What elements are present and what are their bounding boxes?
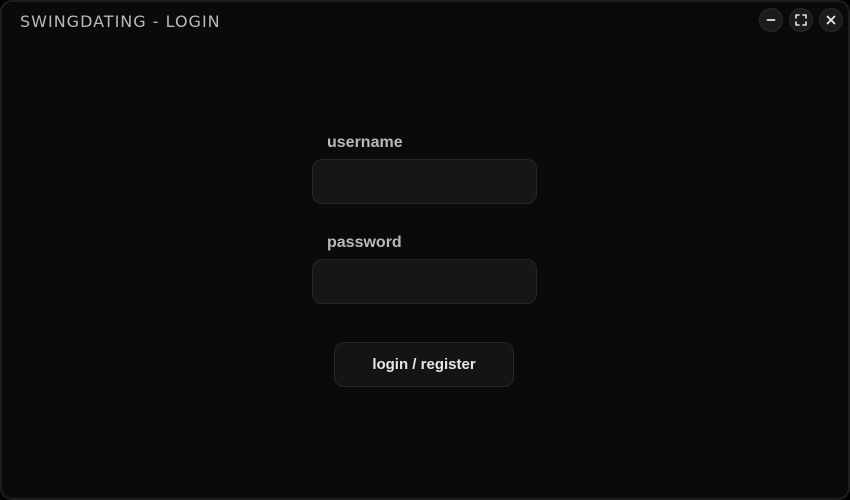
password-label: password bbox=[327, 234, 402, 251]
maximize-button[interactable] bbox=[789, 8, 813, 32]
app-window: SWINGDATING - LOGIN username password lo… bbox=[0, 0, 850, 500]
minus-icon bbox=[766, 19, 776, 21]
close-icon bbox=[826, 15, 836, 25]
window-title: SWINGDATING - LOGIN bbox=[20, 12, 221, 31]
close-button[interactable] bbox=[819, 8, 843, 32]
maximize-icon bbox=[795, 14, 807, 26]
login-register-button[interactable]: login / register bbox=[334, 342, 514, 387]
minimize-button[interactable] bbox=[759, 8, 783, 32]
password-field[interactable] bbox=[312, 259, 537, 304]
username-label: username bbox=[327, 134, 403, 151]
username-field[interactable] bbox=[312, 159, 537, 204]
